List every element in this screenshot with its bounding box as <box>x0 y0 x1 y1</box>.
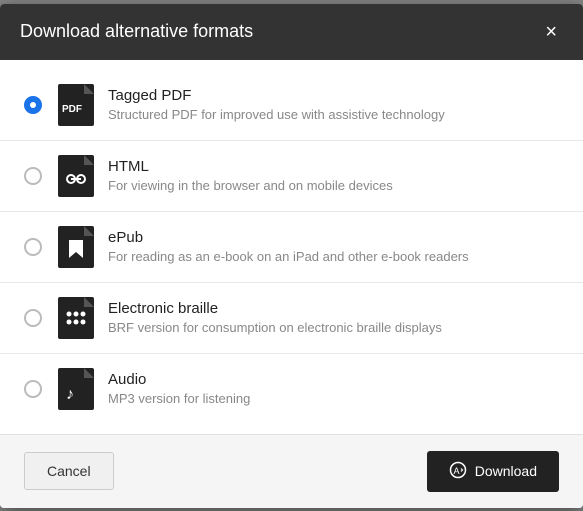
format-description: Structured PDF for improved use with ass… <box>108 107 559 122</box>
download-label: Download <box>475 463 537 479</box>
format-item-html[interactable]: HTML For viewing in the browser and on mo… <box>0 141 583 212</box>
radio-epub[interactable] <box>24 238 42 256</box>
format-name: HTML <box>108 158 559 175</box>
radio-electronic-braille[interactable] <box>24 309 42 327</box>
format-item-audio[interactable]: ♪ Audio MP3 version for listening <box>0 354 583 424</box>
modal-title: Download alternative formats <box>20 21 253 42</box>
download-modal: Download alternative formats × PDF Tagge… <box>0 4 583 508</box>
format-description: MP3 version for listening <box>108 391 559 406</box>
radio-tagged-pdf[interactable] <box>24 96 42 114</box>
format-description: For viewing in the browser and on mobile… <box>108 178 559 193</box>
format-item-electronic-braille[interactable]: Electronic braille BRF version for consum… <box>0 283 583 354</box>
file-icon-braille <box>58 297 94 339</box>
file-icon-audio: ♪ <box>58 368 94 410</box>
file-icon-link <box>58 155 94 197</box>
format-info: Audio MP3 version for listening <box>108 371 559 406</box>
format-name: ePub <box>108 229 559 246</box>
cancel-button[interactable]: Cancel <box>24 452 114 490</box>
radio-audio[interactable] <box>24 380 42 398</box>
format-item-tagged-pdf[interactable]: PDF Tagged PDF Structured PDF for improve… <box>0 70 583 141</box>
format-item-epub[interactable]: ePub For reading as an e-book on an iPad … <box>0 212 583 283</box>
radio-html[interactable] <box>24 167 42 185</box>
download-button[interactable]: A Download <box>427 451 559 492</box>
file-icon-pdf: PDF <box>58 84 94 126</box>
format-info: Electronic braille BRF version for consum… <box>108 300 559 335</box>
svg-text:PDF: PDF <box>62 104 82 115</box>
download-accessibility-icon: A <box>449 461 467 482</box>
format-info: Tagged PDF Structured PDF for improved us… <box>108 87 559 122</box>
modal-header: Download alternative formats × <box>0 4 583 60</box>
format-description: BRF version for consumption on electroni… <box>108 320 559 335</box>
close-button[interactable]: × <box>539 20 563 44</box>
format-description: For reading as an e-book on an iPad and … <box>108 249 559 264</box>
file-icon-bookmark <box>58 226 94 268</box>
format-info: HTML For viewing in the browser and on mo… <box>108 158 559 193</box>
format-name: Electronic braille <box>108 300 559 317</box>
svg-text:A: A <box>453 465 459 475</box>
format-name: Tagged PDF <box>108 87 559 104</box>
format-name: Audio <box>108 371 559 388</box>
modal-footer: Cancel A Download <box>0 434 583 508</box>
format-list: PDF Tagged PDF Structured PDF for improve… <box>0 60 583 434</box>
format-info: ePub For reading as an e-book on an iPad … <box>108 229 559 264</box>
svg-text:♪: ♪ <box>66 386 74 403</box>
